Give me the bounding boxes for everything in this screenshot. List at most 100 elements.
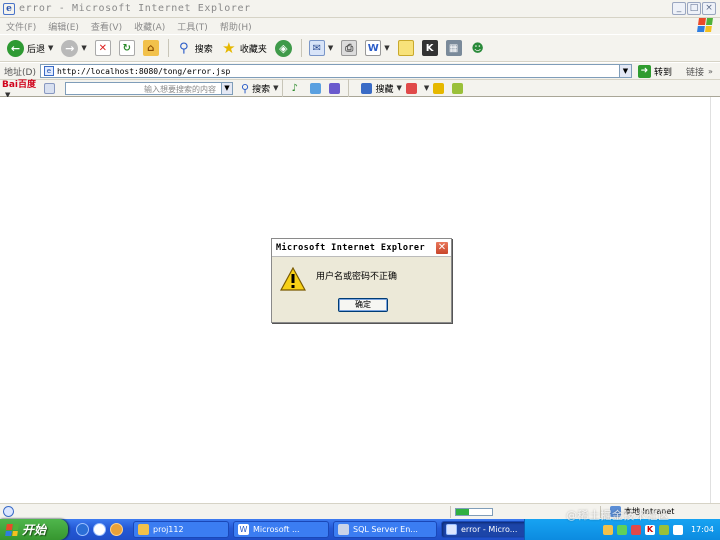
tray-icon-1[interactable] bbox=[602, 524, 613, 535]
dropdown-caret-icon: ▼ bbox=[384, 44, 390, 52]
baidu-search-input[interactable]: 输入想要搜索的内容 ▼ bbox=[65, 81, 233, 95]
chevron-right-icon[interactable]: » bbox=[708, 67, 713, 76]
edit-button[interactable]: W ▼ bbox=[362, 37, 392, 59]
dialog-body: 用户名或密码不正确 确定 bbox=[272, 257, 451, 322]
baidu-search-label: 搜索 bbox=[252, 84, 271, 95]
progress-fill bbox=[456, 509, 469, 515]
baidu-search-button[interactable]: ⚲ 搜索 ▼ bbox=[241, 82, 278, 95]
menu-file[interactable]: 文件(F) bbox=[6, 20, 36, 33]
favorites-label: 收藏夹 bbox=[239, 44, 267, 55]
music-note-icon[interactable]: ♪ bbox=[291, 83, 302, 94]
menu-favorites[interactable]: 收藏(A) bbox=[134, 20, 165, 33]
baidu-search-type-icon[interactable] bbox=[44, 82, 55, 94]
baidu-bookmark-button[interactable]: 搜藏 ▼ bbox=[361, 82, 402, 95]
links-button[interactable]: 链接 bbox=[686, 65, 704, 78]
forward-arrow-icon: → bbox=[61, 39, 79, 57]
task-label: error - Micro... bbox=[461, 525, 518, 534]
tray-icon-3[interactable] bbox=[630, 524, 641, 535]
go-button[interactable]: ➜ 转到 bbox=[637, 64, 672, 78]
task-label: Microsoft ... bbox=[253, 525, 300, 534]
dialog-title: Microsoft Internet Explorer bbox=[276, 242, 425, 253]
back-button[interactable]: ← 后退 ▼ bbox=[4, 37, 56, 59]
popup-block-icon[interactable] bbox=[405, 82, 417, 94]
research-button[interactable]: ▦ bbox=[443, 37, 465, 59]
media-icon: ◈ bbox=[274, 39, 292, 57]
status-divider bbox=[450, 506, 451, 518]
menu-view[interactable]: 查看(V) bbox=[91, 20, 122, 33]
media-quicklaunch-icon[interactable] bbox=[110, 523, 123, 536]
news-icon[interactable] bbox=[329, 82, 341, 94]
refresh-button[interactable]: ↻ bbox=[116, 37, 138, 59]
back-label: 后退 bbox=[27, 44, 46, 55]
dialog-title-bar[interactable]: Microsoft Internet Explorer ✕ bbox=[272, 239, 451, 257]
close-window-button[interactable]: × bbox=[702, 2, 716, 15]
highlight-pen-icon[interactable] bbox=[433, 82, 445, 94]
image-icon[interactable] bbox=[310, 82, 322, 94]
volume-icon[interactable] bbox=[672, 524, 683, 535]
ie-quicklaunch-icon[interactable] bbox=[76, 523, 89, 536]
task-label: proj112 bbox=[153, 525, 184, 534]
task-word[interactable]: W Microsoft ... bbox=[233, 521, 329, 538]
printer-icon: ⎙ bbox=[341, 40, 358, 56]
baidu-search-placeholder: 输入想要搜索的内容 bbox=[144, 84, 216, 94]
alert-dialog: Microsoft Internet Explorer ✕ 用户名或密码不正确 … bbox=[271, 238, 452, 323]
window-title: error - Microsoft Internet Explorer bbox=[19, 3, 251, 14]
clock[interactable]: 17:04 bbox=[691, 525, 714, 534]
research-icon: ▦ bbox=[445, 40, 462, 56]
tray-icon-5[interactable] bbox=[658, 524, 669, 535]
restore-button[interactable]: □ bbox=[687, 2, 701, 15]
desktop-quicklaunch-icon[interactable] bbox=[93, 523, 106, 536]
discuss-button[interactable] bbox=[395, 37, 417, 59]
folder-icon bbox=[138, 524, 149, 535]
dialog-message: 用户名或密码不正确 bbox=[316, 272, 398, 282]
tray-icon-2[interactable] bbox=[616, 524, 627, 535]
dropdown-caret-icon: ▼ bbox=[327, 44, 334, 52]
media-button[interactable]: ◈ bbox=[272, 37, 295, 59]
start-label: 开始 bbox=[22, 523, 47, 537]
address-dropdown-icon[interactable]: ▼ bbox=[618, 65, 631, 77]
dialog-close-button[interactable]: ✕ bbox=[435, 241, 449, 255]
messenger-button[interactable]: ☻ bbox=[467, 37, 489, 59]
task-sql-server[interactable]: SQL Server En... bbox=[333, 521, 437, 538]
address-url: http://localhost:8080/tong/error.jsp bbox=[56, 66, 231, 76]
dialog-ok-button[interactable]: 确定 bbox=[338, 298, 388, 312]
minimize-button[interactable]: _ bbox=[672, 2, 686, 15]
baidu-bookmark-label: 搜藏 bbox=[375, 84, 394, 95]
baidu-search-dropdown-icon[interactable]: ▼ bbox=[221, 82, 232, 94]
stop-button[interactable]: ✕ bbox=[92, 37, 114, 59]
menu-bar: 文件(F) 编辑(E) 查看(V) 收藏(A) 工具(T) 帮助(H) bbox=[0, 18, 720, 34]
windows-flag-icon bbox=[5, 523, 19, 536]
toolbar-separator bbox=[282, 79, 284, 97]
mail-button[interactable]: ✉ ▼ bbox=[306, 37, 336, 59]
address-input[interactable]: e http://localhost:8080/tong/error.jsp ▼ bbox=[39, 64, 632, 78]
standard-toolbar: ← 后退 ▼ → ▼ ✕ ↻ ⌂ ⚲ 搜索 ★ 收藏夹 ◈ ✉ ▼ ⎙ W ▼ … bbox=[0, 34, 720, 62]
toolbar-separator bbox=[300, 39, 302, 57]
vertical-scrollbar[interactable] bbox=[710, 97, 720, 503]
menu-help[interactable]: 帮助(H) bbox=[220, 20, 252, 33]
refresh-icon: ↻ bbox=[118, 40, 135, 56]
menu-tools[interactable]: 工具(T) bbox=[177, 20, 208, 33]
k-toolbar-button[interactable]: K bbox=[419, 37, 441, 59]
window-title-bar[interactable]: e error - Microsoft Internet Explorer _ … bbox=[0, 0, 720, 18]
task-proj112[interactable]: proj112 bbox=[133, 521, 229, 538]
windows-flag-icon bbox=[697, 18, 713, 32]
ie-icon: e bbox=[3, 2, 15, 15]
form-fill-icon[interactable] bbox=[452, 82, 464, 94]
notes-icon bbox=[397, 40, 414, 56]
print-button[interactable]: ⎙ bbox=[338, 37, 360, 59]
start-button[interactable]: 开始 bbox=[0, 519, 68, 540]
ie-icon bbox=[446, 524, 457, 535]
search-button[interactable]: ⚲ 搜索 bbox=[173, 37, 216, 59]
k-tray-icon[interactable]: K bbox=[644, 524, 655, 535]
window-controls: _ □ × bbox=[672, 2, 716, 15]
messenger-icon: ☻ bbox=[471, 41, 484, 55]
search-icon: ⚲ bbox=[241, 81, 250, 95]
dropdown-caret-icon: ▼ bbox=[396, 84, 402, 92]
forward-button[interactable]: → ▼ bbox=[58, 37, 89, 59]
quick-launch bbox=[76, 523, 123, 536]
task-label: SQL Server En... bbox=[353, 525, 418, 534]
toolbar-separator bbox=[348, 79, 350, 97]
favorites-button[interactable]: ★ 收藏夹 bbox=[218, 37, 270, 59]
menu-edit[interactable]: 编辑(E) bbox=[48, 20, 79, 33]
home-button[interactable]: ⌂ bbox=[140, 37, 162, 59]
